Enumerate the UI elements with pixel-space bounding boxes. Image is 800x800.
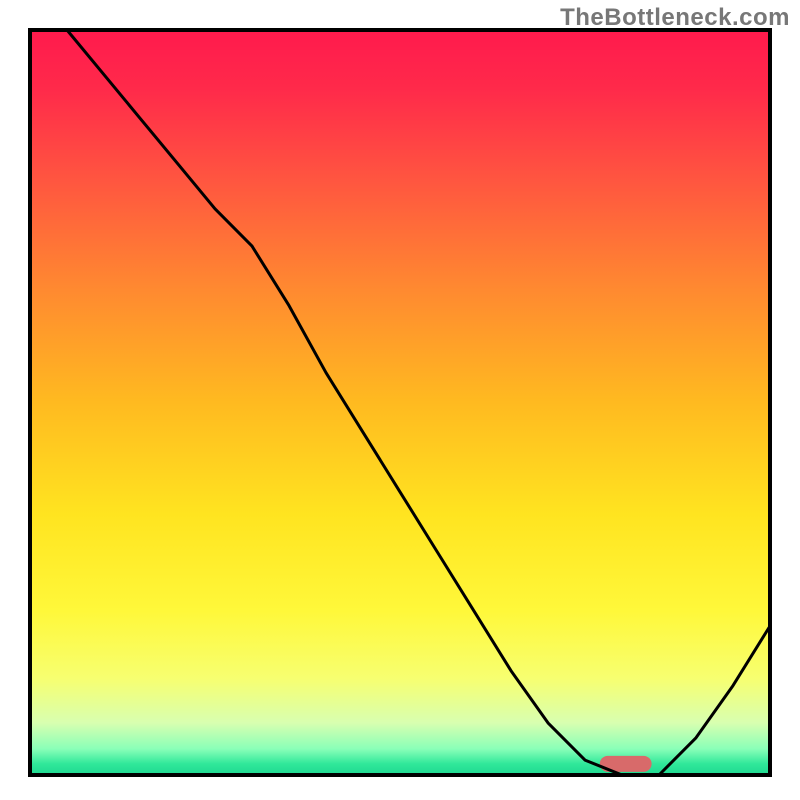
bottleneck-chart xyxy=(0,0,800,800)
chart-gradient-background xyxy=(30,30,770,775)
chart-container: TheBottleneck.com xyxy=(0,0,800,800)
